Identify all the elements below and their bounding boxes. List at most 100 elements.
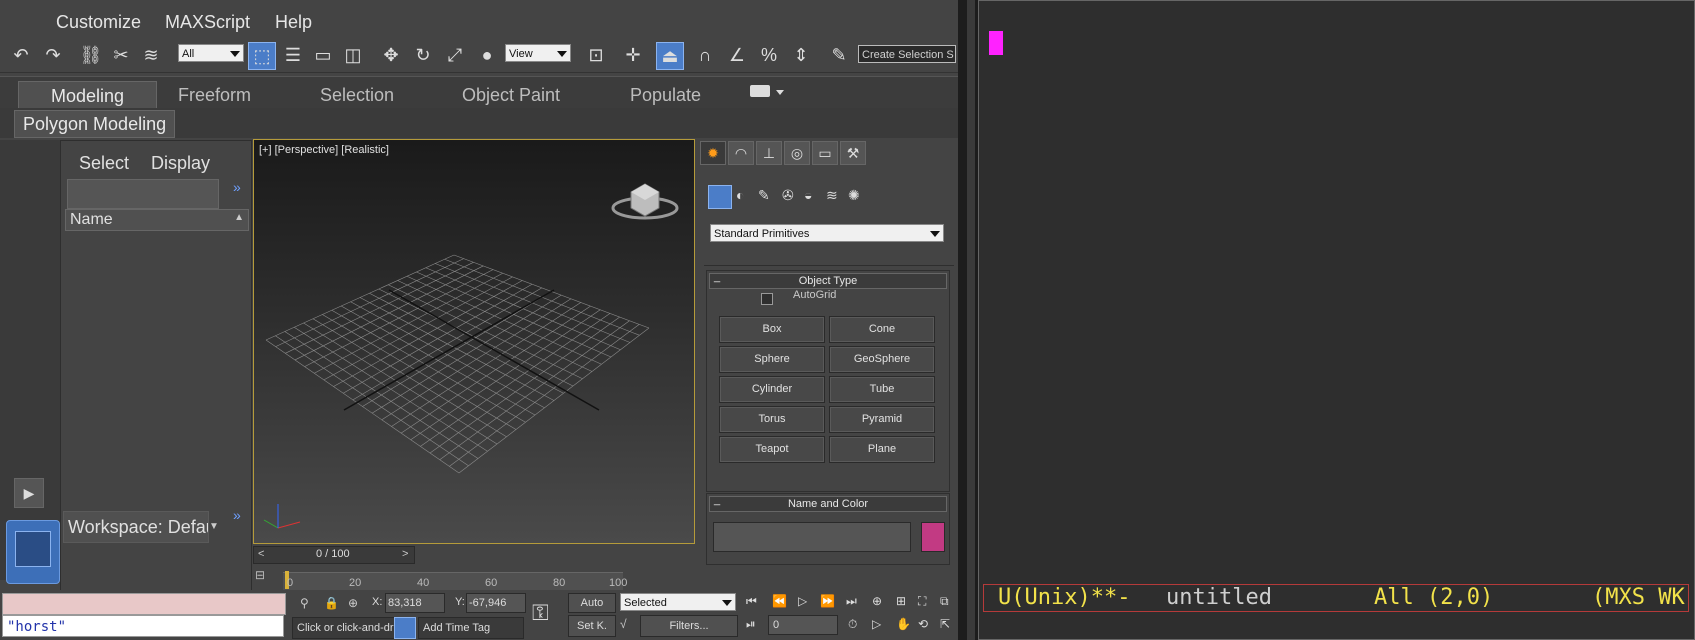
angle-snap-icon[interactable]: ∠ [724, 42, 750, 68]
hierarchy-tab-icon[interactable]: ⊥ [756, 141, 782, 165]
select-by-name-icon[interactable]: ☰ [280, 42, 306, 68]
edit-named-selection-icon[interactable]: ✎ [826, 42, 852, 68]
cone-button[interactable]: Cone [829, 316, 935, 343]
scale-icon[interactable]: ⤢ [442, 42, 468, 68]
previous-key-icon[interactable]: ⏪ [772, 594, 787, 608]
menu-customize[interactable]: Customize [56, 12, 141, 33]
add-time-tag-button[interactable]: Add Time Tag [418, 617, 524, 639]
field-of-view-icon[interactable]: ▷ [872, 617, 881, 631]
cylinder-button[interactable]: Cylinder [719, 376, 825, 403]
utilities-tab-icon[interactable]: ⚒ [840, 141, 866, 165]
geosphere-button[interactable]: GeoSphere [829, 346, 935, 373]
menu-help[interactable]: Help [275, 12, 312, 33]
curve-icon[interactable]: √ [620, 617, 627, 631]
pan-icon[interactable]: ✋ [896, 617, 911, 631]
prev-frame-icon[interactable]: < [258, 548, 264, 560]
pyramid-button[interactable]: Pyramid [829, 406, 935, 433]
motion-tab-icon[interactable]: ◎ [784, 141, 810, 165]
track-bar[interactable]: 0 20 40 60 80 100 [283, 571, 627, 591]
time-slider[interactable]: < 0 / 100 > [253, 546, 415, 564]
x-coordinate-field[interactable]: 83,318 [385, 593, 445, 613]
helpers-icon[interactable]: ◒ [804, 187, 812, 203]
y-coordinate-field[interactable]: -67,946 [466, 593, 526, 613]
display-tab-icon[interactable]: ▭ [812, 141, 838, 165]
move-icon[interactable]: ✥ [378, 42, 404, 68]
viewport-layout-icon[interactable] [6, 520, 60, 584]
scene-search-field[interactable] [67, 179, 219, 209]
time-config-icon[interactable]: ⏱ [848, 617, 857, 632]
redo-icon[interactable]: ↷ [40, 42, 66, 68]
name-color-header[interactable]: _ Name and Color [709, 493, 947, 512]
tab-select[interactable]: Select [79, 153, 129, 174]
name-column-header[interactable]: Name ▲ [65, 209, 249, 231]
orbit-icon[interactable]: ⟲ [918, 617, 928, 631]
sphere-button[interactable]: Sphere [719, 346, 825, 373]
keyboard-shortcut-override-icon[interactable]: ⏏ [656, 42, 684, 70]
autogrid-checkbox[interactable] [761, 293, 773, 305]
workspace-dropdown[interactable]: Workspace: Defau [63, 511, 209, 543]
zoom-all-icon[interactable]: ⊞ [896, 594, 906, 608]
cameras-icon[interactable]: ✇ [782, 187, 794, 204]
collapse-icon[interactable]: _ [714, 493, 720, 507]
viewcube[interactable] [609, 174, 681, 222]
scene-list[interactable] [65, 231, 247, 507]
select-manipulate-icon[interactable]: ✛ [620, 42, 646, 68]
play-animation-icon[interactable]: ▷ [798, 594, 807, 608]
tab-freeform[interactable]: Freeform [178, 85, 251, 106]
absolute-mode-icon[interactable]: ⊕ [348, 596, 358, 610]
auto-key-button[interactable]: Auto [568, 593, 616, 613]
set-key-button[interactable]: Set K. [568, 615, 616, 637]
rotate-icon[interactable]: ↻ [410, 42, 436, 68]
menu-maxscript[interactable]: MAXScript [165, 12, 250, 33]
go-to-end-icon[interactable]: ⏭ [846, 594, 857, 609]
lights-icon[interactable]: ✎ [758, 187, 770, 204]
key-icon[interactable]: ⚿ [532, 600, 549, 626]
expand-icon[interactable]: » [233, 507, 241, 523]
collapse-icon[interactable]: _ [714, 270, 720, 284]
teapot-button[interactable]: Teapot [719, 436, 825, 463]
ribbon-options-icon[interactable] [750, 85, 770, 97]
polygon-modeling-button[interactable]: Polygon Modeling [14, 110, 176, 138]
spinner-snap-icon[interactable]: ⇕ [788, 42, 814, 68]
next-key-icon[interactable]: ⏩ [820, 594, 835, 608]
curve-editor-icon[interactable]: ⊟ [255, 568, 279, 588]
perspective-viewport[interactable]: [+] [Perspective] [Realistic] [253, 139, 695, 544]
object-color-swatch[interactable] [921, 522, 945, 552]
box-button[interactable]: Box [719, 316, 825, 343]
systems-icon[interactable]: ✺ [848, 187, 860, 204]
tab-object-paint[interactable]: Object Paint [462, 85, 560, 106]
primitive-type-dropdown[interactable]: Standard Primitives [710, 224, 944, 242]
maximize-viewport-icon[interactable]: ⇱ [940, 617, 950, 631]
tab-modeling[interactable]: Modeling [18, 81, 158, 111]
tab-display[interactable]: Display [151, 153, 210, 174]
key-filter-dropdown[interactable]: Selected [620, 593, 736, 611]
tube-button[interactable]: Tube [829, 376, 935, 403]
percent-snap-icon[interactable]: % [756, 42, 782, 68]
select-object-icon[interactable]: ⬚ [248, 42, 276, 70]
selection-filter-dropdown[interactable]: All [178, 44, 244, 62]
maxscript-listener-mini[interactable] [2, 593, 286, 615]
spacewarps-icon[interactable]: ≋ [826, 187, 838, 204]
window-crossing-icon[interactable]: ◫ [340, 42, 366, 68]
torus-button[interactable]: Torus [719, 406, 825, 433]
key-filters-button[interactable]: Filters... [640, 615, 738, 637]
geometry-icon[interactable] [708, 185, 732, 209]
editor-window[interactable]: U(Unix)**- untitled All (2,0) (MXS WK [978, 0, 1695, 640]
create-tab-icon[interactable]: ✹ [700, 141, 726, 165]
go-to-start-icon[interactable]: ⏮ [746, 594, 757, 609]
link-icon[interactable]: ⛓ [78, 42, 104, 68]
unlink-icon[interactable]: ✂ [108, 42, 134, 68]
object-type-header[interactable]: _ Object Type [709, 270, 947, 289]
snaps-toggle-icon[interactable]: ∩ [692, 42, 718, 68]
chevron-down-icon[interactable] [776, 90, 784, 95]
tab-selection[interactable]: Selection [320, 85, 394, 106]
zoom-extents-all-icon[interactable]: ⧉ [940, 594, 949, 609]
rectangular-selection-icon[interactable]: ▭ [310, 42, 336, 68]
shapes-icon[interactable]: ◐ [736, 187, 744, 203]
isolate-icon[interactable]: ⚲ [300, 596, 309, 610]
expand-icon[interactable]: » [233, 179, 241, 195]
mode-line[interactable]: U(Unix)**- untitled All (2,0) (MXS WK [983, 584, 1689, 612]
zoom-extents-icon[interactable]: ⛶ [918, 594, 926, 609]
place-icon[interactable]: ● [474, 42, 500, 68]
modify-tab-icon[interactable]: ◠ [728, 141, 754, 165]
